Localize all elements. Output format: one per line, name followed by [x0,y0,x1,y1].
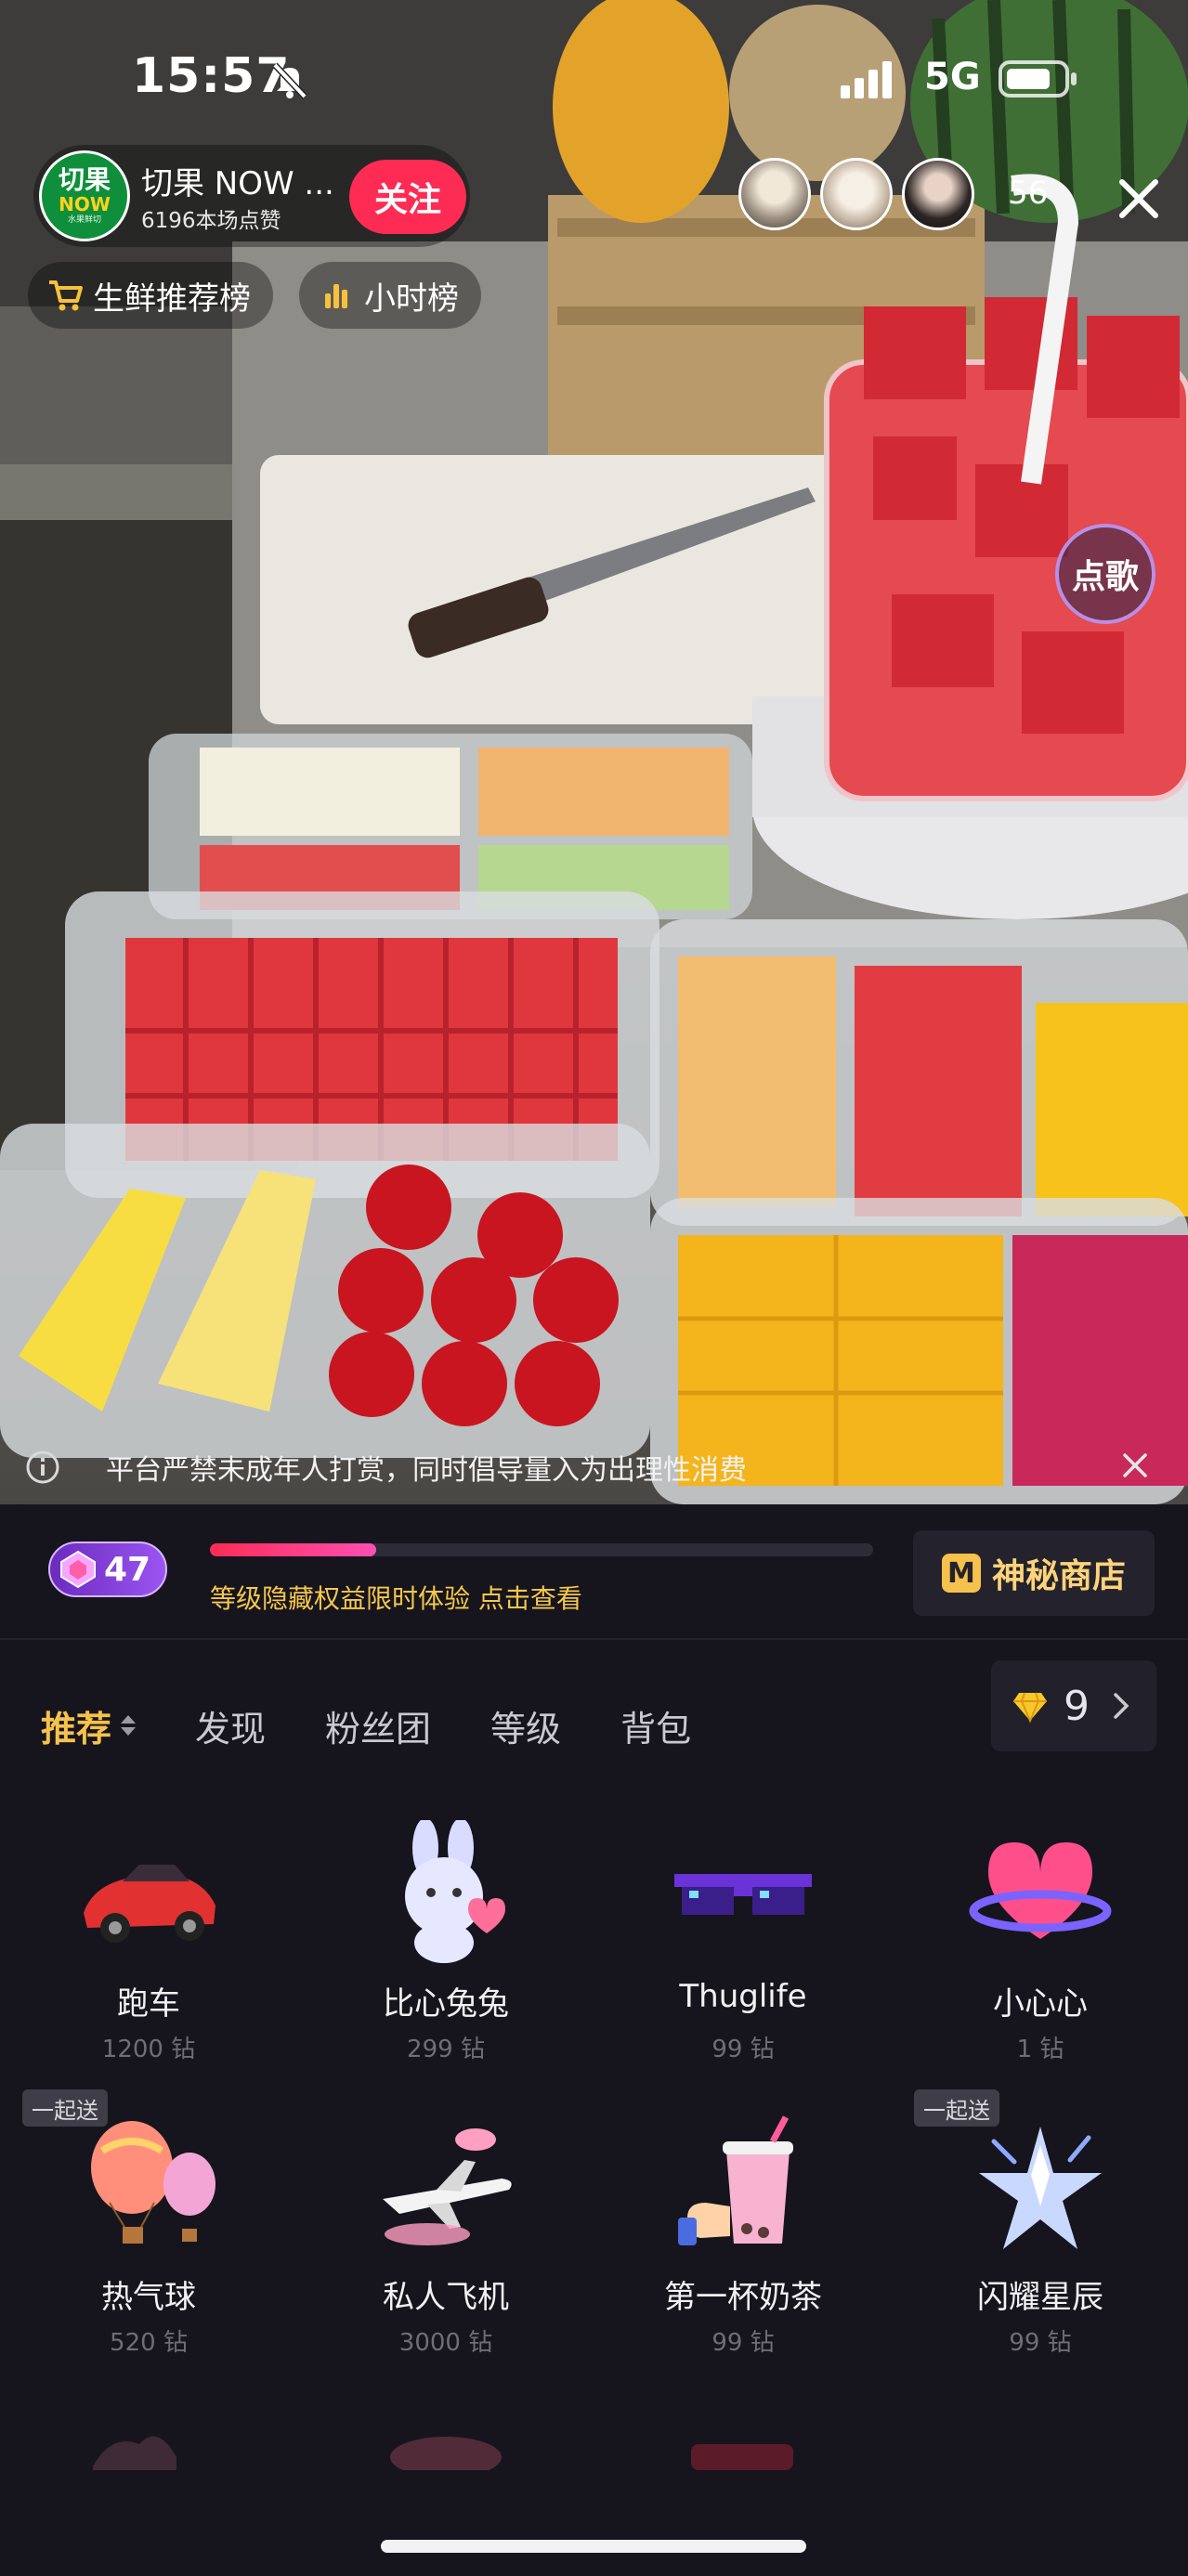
gift-price: 1 钻 [1016,2036,1064,2063]
gift-price: 1200 钻 [101,2036,196,2063]
status-time: 15:57 [132,48,291,104]
hour-rank-pill[interactable]: 小时榜 [299,262,481,329]
heart-bunny-icon [405,1820,505,1963]
avatar-text-3: 水果鲜切 [67,215,101,225]
home-indicator[interactable] [381,2540,806,2553]
tab-label: 粉丝团 [325,1708,432,1750]
mystery-shop-button[interactable]: M 神秘商店 [913,1530,1155,1616]
tab-backpack[interactable]: 背包 [620,1700,691,1751]
viewer-count[interactable]: 56 [1008,175,1048,212]
gift-price: 99 钻 [1009,2329,1072,2357]
level-gem-icon [60,1550,96,1589]
gift-item-shining-star[interactable]: 一起送 闪耀星辰 99 钻 [892,2089,1188,2392]
gift-name: 闪耀星辰 [977,2279,1103,2316]
gift-name: 小心心 [993,1985,1088,2023]
shining-star-icon [979,2127,1102,2249]
viewer-avatar[interactable] [738,158,811,230]
milk-tea-icon [678,2115,793,2245]
gift-item-heart-bunny[interactable]: 比心兔兔 299 钻 [297,1820,594,2099]
tab-discover[interactable]: 发现 [195,1700,266,1751]
tab-label: 背包 [620,1708,692,1750]
cart-icon [49,280,83,311]
tab-level[interactable]: 等级 [490,1700,561,1751]
level-progress-fill [210,1543,376,1556]
tab-recommend[interactable]: 推荐 [41,1700,137,1751]
gift-name: 第一杯奶茶 [664,2279,822,2316]
gift-price: 3000 钻 [398,2329,493,2357]
minor-protection-notice: 平台严禁未成年人打赏，同时倡导量入为出理性消费 [24,1438,1188,1497]
next-row-gifts-partial [93,2436,793,2470]
gift-price: 99 钻 [711,2329,775,2357]
gift-item-private-jet[interactable]: 私人飞机 3000 钻 [297,2114,594,2392]
gift-item-hot-air-balloon[interactable]: 一起送 热气球 520 钻 [0,2089,297,2392]
hour-rank-label: 小时榜 [364,280,459,318]
level-hint-link[interactable]: 等级隐藏权益限时体验 点击查看 [210,1579,582,1616]
gift-name: 比心兔兔 [383,1985,509,2023]
gift-price: 99 钻 [711,2036,775,2063]
signal-strength-icon [841,61,892,98]
gift-item-thuglife[interactable]: Thuglife 99 钻 [594,1820,892,2099]
tab-label: 推荐 [41,1708,112,1750]
hot-air-balloon-icon [91,2121,215,2244]
divider [0,1638,1188,1640]
diamond-icon [1013,1692,1047,1724]
bar-chart-icon [325,284,347,308]
level-progress-bar [210,1543,873,1556]
chevron-right-icon [1114,1693,1129,1719]
gift-item-milk-tea[interactable]: 第一杯奶茶 99 钻 [594,2114,892,2392]
viewer-avatar[interactable] [820,158,893,230]
follow-button[interactable]: 关注 [349,160,466,234]
network-type: 5G [924,56,981,98]
tab-label: 等级 [490,1708,562,1750]
info-icon [26,1451,59,1484]
avatar-text-2: NOW [59,193,111,215]
gift-name: 跑车 [117,1985,180,2023]
gift-item-sports-car[interactable]: 跑车 1200 钻 [0,1820,297,2099]
close-icon[interactable] [1111,171,1167,227]
likes-count: 6196本场点赞 [141,209,281,233]
shop-logo-icon: M [941,1554,981,1593]
sports-car-icon [84,1865,215,1943]
private-jet-icon [383,2128,512,2245]
gift-tabs: 推荐 发现 粉丝团 等级 背包 [41,1681,751,1770]
mute-bell-icon [272,62,307,99]
diamond-balance: 9 [1064,1682,1090,1730]
heart-ring-icon [969,1842,1112,1939]
notice-close-icon[interactable] [1116,1447,1154,1484]
gift-price: 520 钻 [110,2329,188,2357]
avatar-text-1: 切果 [58,164,111,195]
sort-arrows-icon [121,1715,137,1736]
streamer-name: 切果 NOW ... [141,165,334,202]
gift-panel: 47 等级隐藏权益限时体验 点击查看 M 神秘商店 推荐 发现 粉丝团 等级 背… [0,1504,1188,2576]
streamer-avatar[interactable]: 切果 NOW 水果鲜切 [39,150,130,241]
shop-label: 神秘商店 [991,1557,1126,1595]
gift-item-little-heart[interactable]: 小心心 1 钻 [892,1820,1188,2099]
tab-fan-club[interactable]: 粉丝团 [325,1700,431,1751]
gift-price: 299 钻 [407,2036,485,2063]
song-request-button[interactable]: 点歌 [1055,524,1155,624]
notice-text: 平台严禁未成年人打赏，同时倡导量入为出理性消费 [106,1454,747,1487]
viewer-list[interactable]: 56 [738,158,1048,232]
diamond-balance-button[interactable]: 9 [991,1660,1156,1751]
gift-name: 私人飞机 [383,2279,509,2316]
viewer-avatar[interactable] [902,158,974,230]
pixel-sunglasses-icon [674,1874,812,1915]
fresh-rank-label: 生鲜推荐榜 [93,280,251,318]
level-badge[interactable]: 47 [48,1542,167,1597]
gift-name: Thuglife [679,1978,807,2015]
battery-icon [999,60,1077,98]
level-number: 47 [104,1550,151,1589]
fresh-rank-pill[interactable]: 生鲜推荐榜 [28,262,273,329]
tab-label: 发现 [195,1708,267,1750]
status-bar: 15:57 5G [0,0,1188,158]
gift-name: 热气球 [101,2279,196,2316]
